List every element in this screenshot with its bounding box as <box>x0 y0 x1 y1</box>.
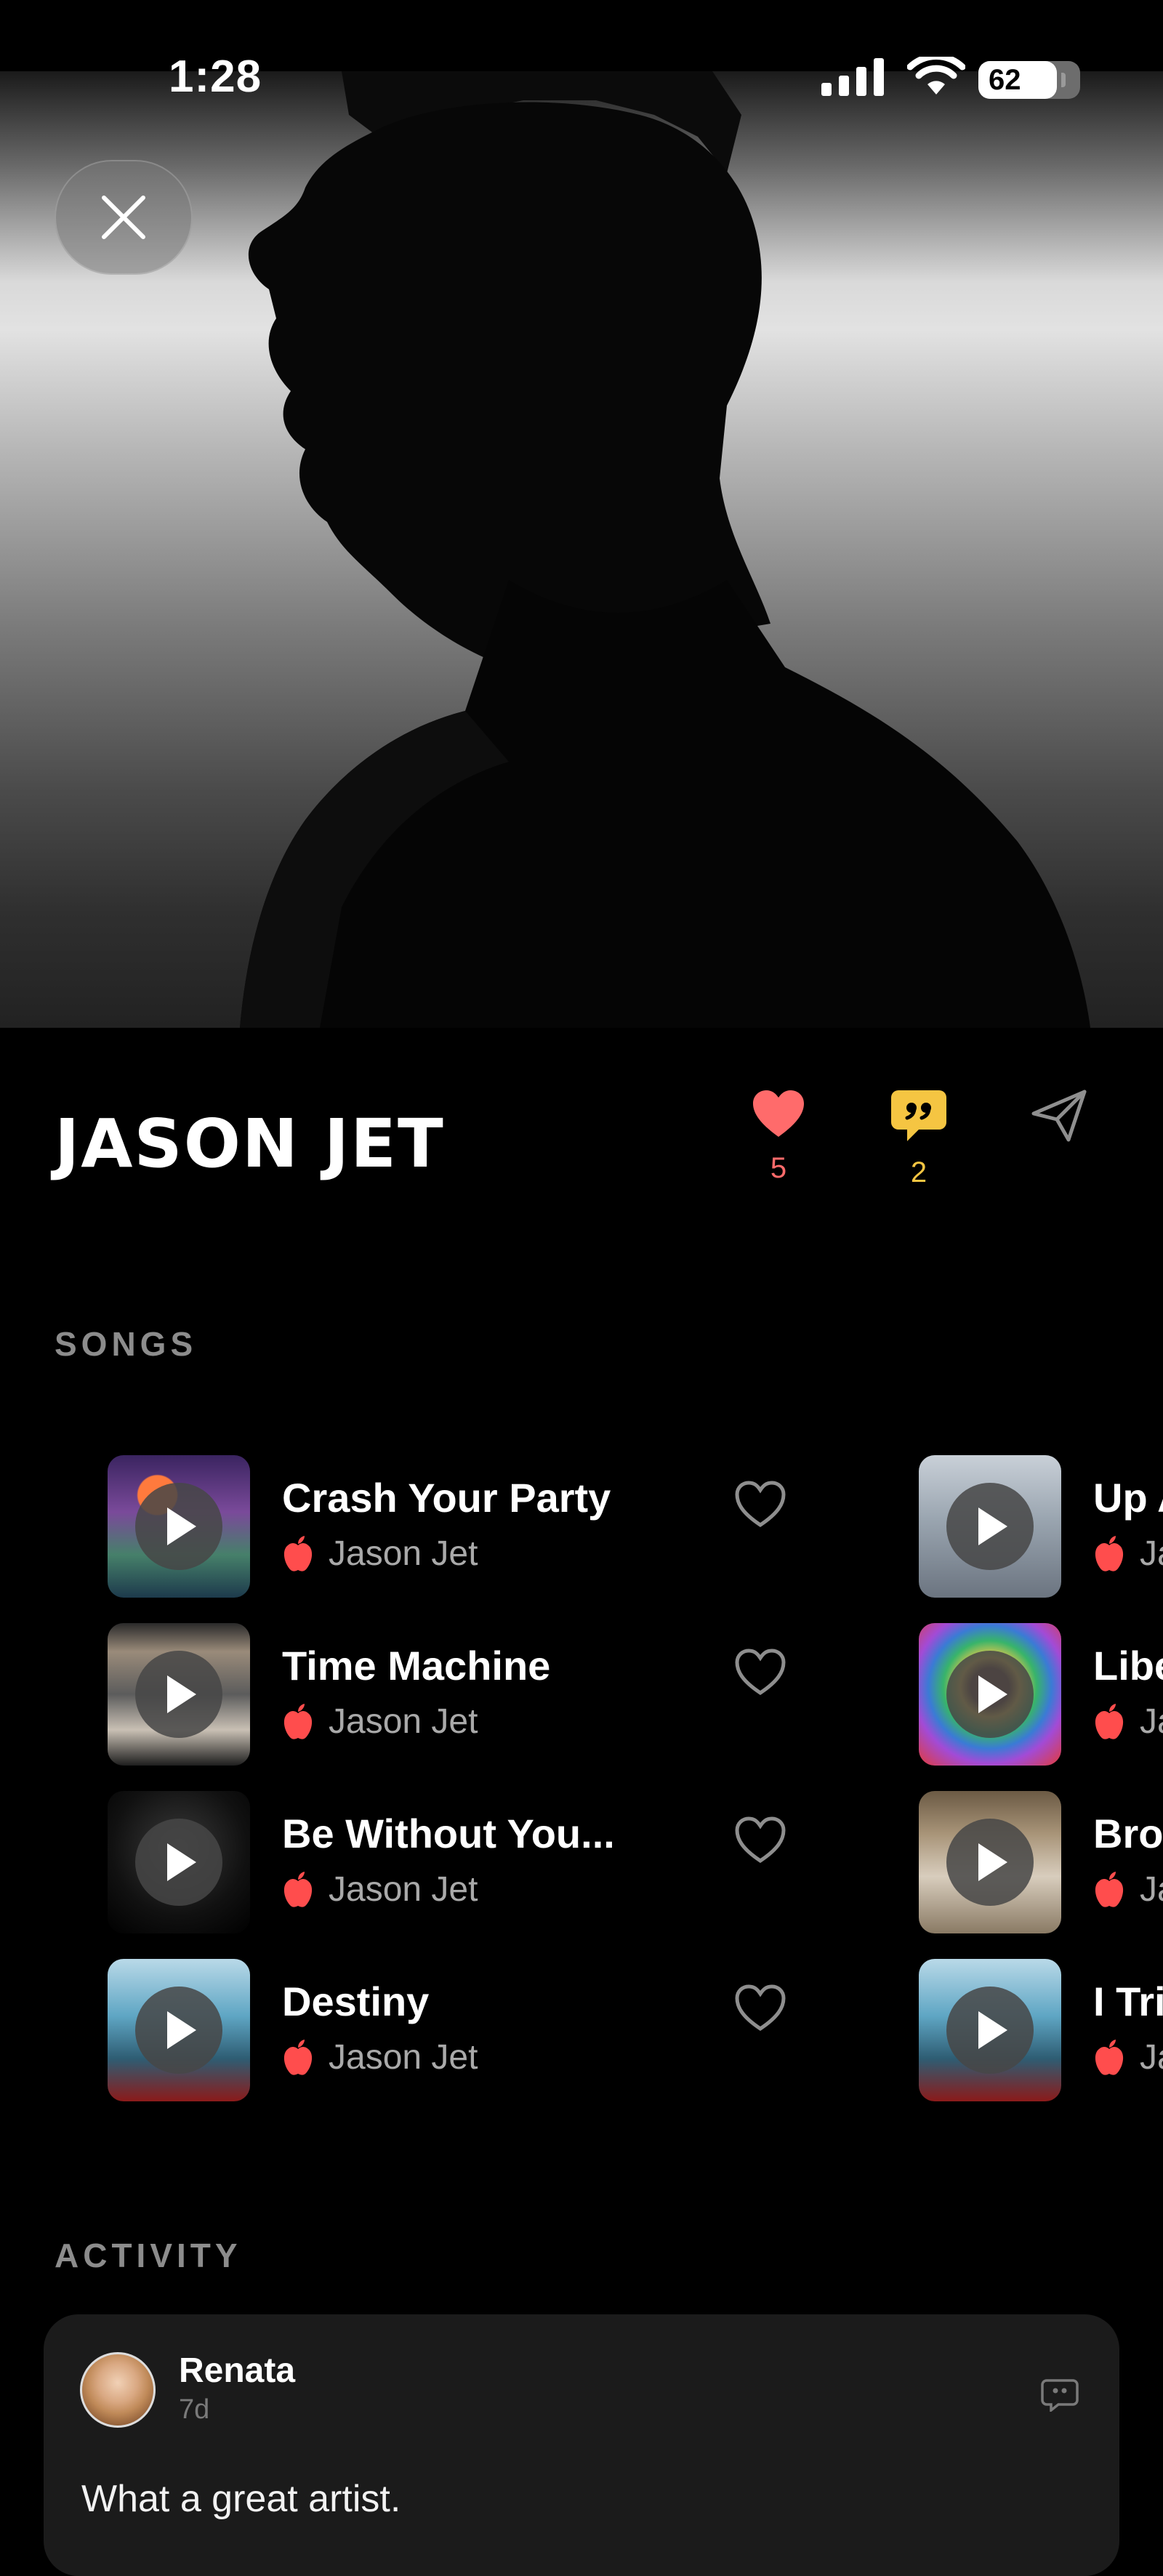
song-title: Destiny <box>282 1979 430 2024</box>
album-cover <box>919 1623 1061 1766</box>
like-artist-button[interactable]: 5 <box>735 1089 822 1185</box>
play-icon <box>167 1843 196 1881</box>
play-icon <box>978 1675 1007 1713</box>
song-row[interactable]: Time Machine Jason Jet <box>108 1623 907 1768</box>
song-row[interactable]: Up A Ja <box>919 1455 1163 1601</box>
song-artist-name: Jason Jet <box>329 1870 478 1909</box>
apple-music-icon <box>1095 1872 1124 1907</box>
apple-music-icon <box>1095 1704 1124 1739</box>
song-title: Crash Your Party <box>282 1475 611 1521</box>
heart-outline-icon[interactable] <box>734 1480 786 1528</box>
heart-outline-icon[interactable] <box>734 1984 786 2032</box>
quote-bubble-icon <box>891 1090 946 1141</box>
song-title: Be Without You... <box>282 1811 615 1856</box>
like-count: 5 <box>770 1152 787 1184</box>
heart-filled-icon <box>753 1090 804 1137</box>
song-row[interactable]: Destiny Jason Jet <box>108 1959 907 2104</box>
song-row[interactable]: I Tri Ja <box>919 1959 1163 2104</box>
apple-music-icon <box>1095 2040 1124 2075</box>
play-button[interactable] <box>135 1819 222 1906</box>
album-cover <box>919 1791 1061 1933</box>
song-artist-name: Jason Jet <box>329 2038 478 2077</box>
album-cover <box>108 1455 250 1598</box>
activity-card[interactable]: Renata 7d What a great artist. <box>44 2314 1119 2576</box>
album-cover <box>108 1791 250 1933</box>
song-artist-name: Ja <box>1140 1702 1163 1741</box>
heart-outline-icon[interactable] <box>734 1648 786 1696</box>
apple-music-icon <box>1095 1536 1124 1571</box>
status-time: 1:28 <box>169 52 262 102</box>
song-artist-name: Ja <box>1140 1534 1163 1573</box>
play-icon <box>167 1508 196 1545</box>
share-artist-button[interactable] <box>1015 1089 1103 1146</box>
send-icon <box>1031 1090 1087 1142</box>
play-icon <box>167 1675 196 1713</box>
avatar[interactable] <box>80 2352 156 2428</box>
activity-time: 7d <box>179 2394 210 2425</box>
heart-outline-icon[interactable] <box>734 1816 786 1864</box>
comment-icon[interactable] <box>1041 2378 1079 2412</box>
apple-music-icon <box>283 1536 313 1571</box>
status-bar: 1:28 62 <box>0 0 1163 102</box>
apple-music-icon <box>283 1704 313 1739</box>
song-row[interactable]: Be Without You... Jason Jet <box>108 1791 907 1936</box>
song-artist-name: Jason Jet <box>329 1702 478 1741</box>
wifi-icon <box>907 57 965 94</box>
song-title: I Tri <box>1093 1979 1163 2024</box>
songs-heading: SONGS <box>55 1325 198 1363</box>
song-row[interactable]: Libe Ja <box>919 1623 1163 1768</box>
signal-icon <box>821 58 884 96</box>
play-icon <box>978 1843 1007 1881</box>
song-row[interactable]: Brol Ja <box>919 1791 1163 1936</box>
activity-heading: ACTIVITY <box>55 2237 242 2274</box>
play-icon <box>167 2011 196 2049</box>
activity-user-name[interactable]: Renata <box>179 2351 295 2391</box>
song-artist-name: Jason Jet <box>329 1534 478 1573</box>
close-button[interactable] <box>55 160 193 275</box>
song-title: Up A <box>1093 1475 1163 1521</box>
play-icon <box>978 2011 1007 2049</box>
album-cover <box>919 1455 1061 1598</box>
album-cover <box>919 1959 1061 2101</box>
play-button[interactable] <box>946 1483 1034 1570</box>
play-button[interactable] <box>946 1819 1034 1906</box>
album-cover <box>108 1623 250 1766</box>
song-title: Brol <box>1093 1811 1163 1856</box>
play-button[interactable] <box>135 1987 222 2074</box>
song-title: Libe <box>1093 1643 1163 1689</box>
comment-count: 2 <box>910 1156 927 1188</box>
play-button[interactable] <box>946 1987 1034 2074</box>
close-icon <box>102 196 145 239</box>
artist-name: JASON JET <box>55 1105 445 1183</box>
song-title: Time Machine <box>282 1643 551 1689</box>
comment-artist-button[interactable]: 2 <box>875 1089 962 1189</box>
album-cover <box>108 1959 250 2101</box>
apple-music-icon <box>283 2040 313 2075</box>
song-artist-name: Ja <box>1140 1870 1163 1909</box>
song-row[interactable]: Crash Your Party Jason Jet <box>108 1455 907 1601</box>
battery-indicator: 62 <box>978 61 1066 99</box>
play-button[interactable] <box>946 1651 1034 1738</box>
play-button[interactable] <box>135 1483 222 1570</box>
play-button[interactable] <box>135 1651 222 1738</box>
activity-text: What a great artist. <box>81 2478 401 2520</box>
play-icon <box>978 1508 1007 1545</box>
song-artist-name: Ja <box>1140 2038 1163 2077</box>
apple-music-icon <box>283 1872 313 1907</box>
